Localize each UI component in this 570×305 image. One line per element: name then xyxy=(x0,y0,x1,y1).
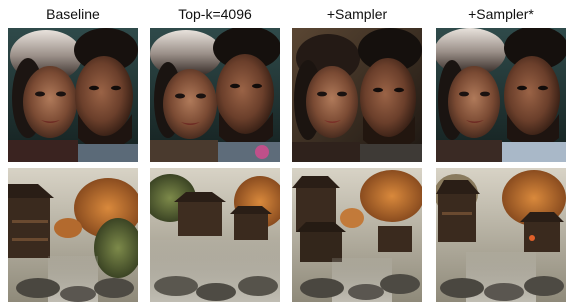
image-village-top-k xyxy=(150,168,280,302)
column-header-top-k: Top-k=4096 xyxy=(178,6,252,22)
image-portrait-sampler-star xyxy=(436,28,566,162)
image-village-baseline xyxy=(8,168,138,302)
image-village-sampler xyxy=(292,168,422,302)
image-portrait-baseline xyxy=(8,28,138,162)
column-header-baseline: Baseline xyxy=(46,6,100,22)
image-village-sampler-star xyxy=(436,168,566,302)
column-header-sampler-star: +Sampler* xyxy=(468,6,534,22)
column-header-sampler: +Sampler xyxy=(326,6,388,22)
image-portrait-top-k xyxy=(150,28,280,162)
image-portrait-sampler xyxy=(292,28,422,162)
